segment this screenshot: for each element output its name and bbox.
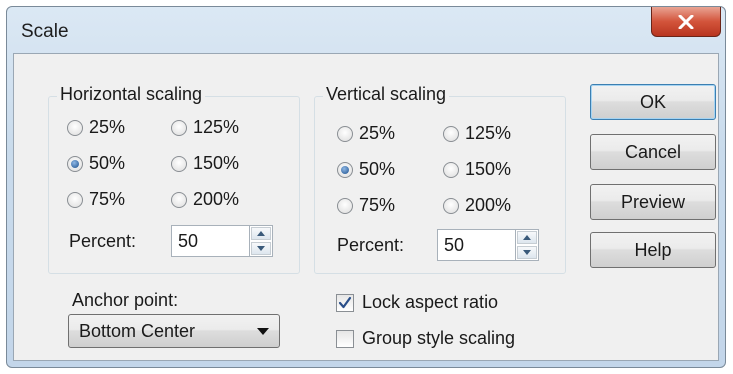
dialog-body: Horizontal scaling 25% 125% 50% 150% 75% (13, 53, 719, 361)
h-radio-75[interactable]: 75% (67, 189, 125, 210)
h-radio-125[interactable]: 125% (171, 117, 239, 138)
checkbox-checked-icon (336, 293, 354, 312)
checkmark-icon (338, 296, 352, 308)
radio-label: 75% (89, 189, 126, 209)
group-style-scaling-checkbox[interactable]: Group style scaling (336, 328, 515, 349)
radio-label: 200% (193, 189, 240, 209)
radio-icon (171, 191, 187, 208)
lock-aspect-ratio-label: Lock aspect ratio (362, 292, 499, 312)
h-percent-label: Percent: (69, 231, 137, 251)
v-radio-25[interactable]: 25% (337, 123, 395, 144)
v-radio-200[interactable]: 200% (443, 195, 511, 216)
v-percent-spinner (437, 229, 539, 261)
ok-button[interactable]: OK (590, 84, 716, 120)
radio-label: 50% (359, 159, 396, 179)
h-spin-buttons (249, 225, 273, 257)
title-bar[interactable]: Scale (7, 7, 725, 53)
h-radio-25[interactable]: 25% (67, 117, 125, 138)
radio-icon (337, 197, 353, 214)
v-radio-125[interactable]: 125% (443, 123, 511, 144)
v-percent-label: Percent: (337, 235, 405, 255)
close-button[interactable] (651, 7, 721, 37)
arrow-down-icon (523, 250, 531, 255)
help-button[interactable]: Help (590, 232, 716, 268)
arrow-up-icon (523, 235, 531, 240)
h-percent-spinner (171, 225, 273, 257)
v-percent-input[interactable] (437, 229, 515, 261)
v-radio-50[interactable]: 50% (337, 159, 395, 180)
radio-label: 125% (193, 117, 240, 137)
h-percent-input[interactable] (171, 225, 249, 257)
radio-icon (443, 161, 459, 178)
h-radio-50[interactable]: 50% (67, 153, 125, 174)
radio-icon (337, 125, 353, 142)
radio-label: 25% (89, 117, 126, 137)
vertical-scaling-group: Vertical scaling 25% 125% 50% 150% 75% 2… (314, 84, 566, 274)
radio-label: 75% (359, 195, 396, 215)
v-spin-up-button[interactable] (517, 231, 537, 244)
radio-icon (171, 119, 187, 136)
radio-icon (443, 197, 459, 214)
close-icon (678, 14, 694, 29)
radio-icon (67, 119, 83, 136)
radio-selected-icon (337, 161, 353, 178)
radio-label: 50% (89, 153, 126, 173)
radio-label: 125% (465, 123, 512, 143)
radio-icon (443, 125, 459, 142)
checkbox-icon (336, 329, 354, 348)
h-spin-down-button[interactable] (251, 242, 271, 255)
lock-aspect-ratio-checkbox[interactable]: Lock aspect ratio (336, 292, 498, 313)
radio-label: 200% (465, 195, 512, 215)
preview-button[interactable]: Preview (590, 184, 716, 220)
v-spin-down-button[interactable] (517, 246, 537, 259)
v-spin-buttons (515, 229, 539, 261)
radio-label: 150% (465, 159, 512, 179)
anchor-point-value: Bottom Center (79, 320, 196, 341)
horizontal-scaling-label: Horizontal scaling (57, 84, 206, 105)
group-style-scaling-label: Group style scaling (362, 328, 516, 348)
horizontal-scaling-group: Horizontal scaling 25% 125% 50% 150% 75% (48, 84, 300, 274)
vertical-scaling-label: Vertical scaling (323, 84, 450, 105)
chevron-down-icon (257, 327, 269, 335)
h-radio-200[interactable]: 200% (171, 189, 239, 210)
arrow-up-icon (257, 231, 265, 236)
v-radio-75[interactable]: 75% (337, 195, 395, 216)
radio-selected-icon (67, 155, 83, 172)
arrow-down-icon (257, 246, 265, 251)
radio-icon (67, 191, 83, 208)
v-radio-150[interactable]: 150% (443, 159, 511, 180)
scale-dialog: Scale Horizontal scaling 25% 125% 50% 15… (6, 6, 726, 368)
h-radio-150[interactable]: 150% (171, 153, 239, 174)
anchor-point-select[interactable]: Bottom Center (68, 314, 280, 348)
h-spin-up-button[interactable] (251, 227, 271, 240)
anchor-point-label: Anchor point: (72, 290, 179, 310)
radio-label: 25% (359, 123, 396, 143)
radio-icon (171, 155, 187, 172)
dialog-title: Scale (21, 21, 69, 42)
cancel-button[interactable]: Cancel (590, 134, 716, 170)
radio-label: 150% (193, 153, 240, 173)
